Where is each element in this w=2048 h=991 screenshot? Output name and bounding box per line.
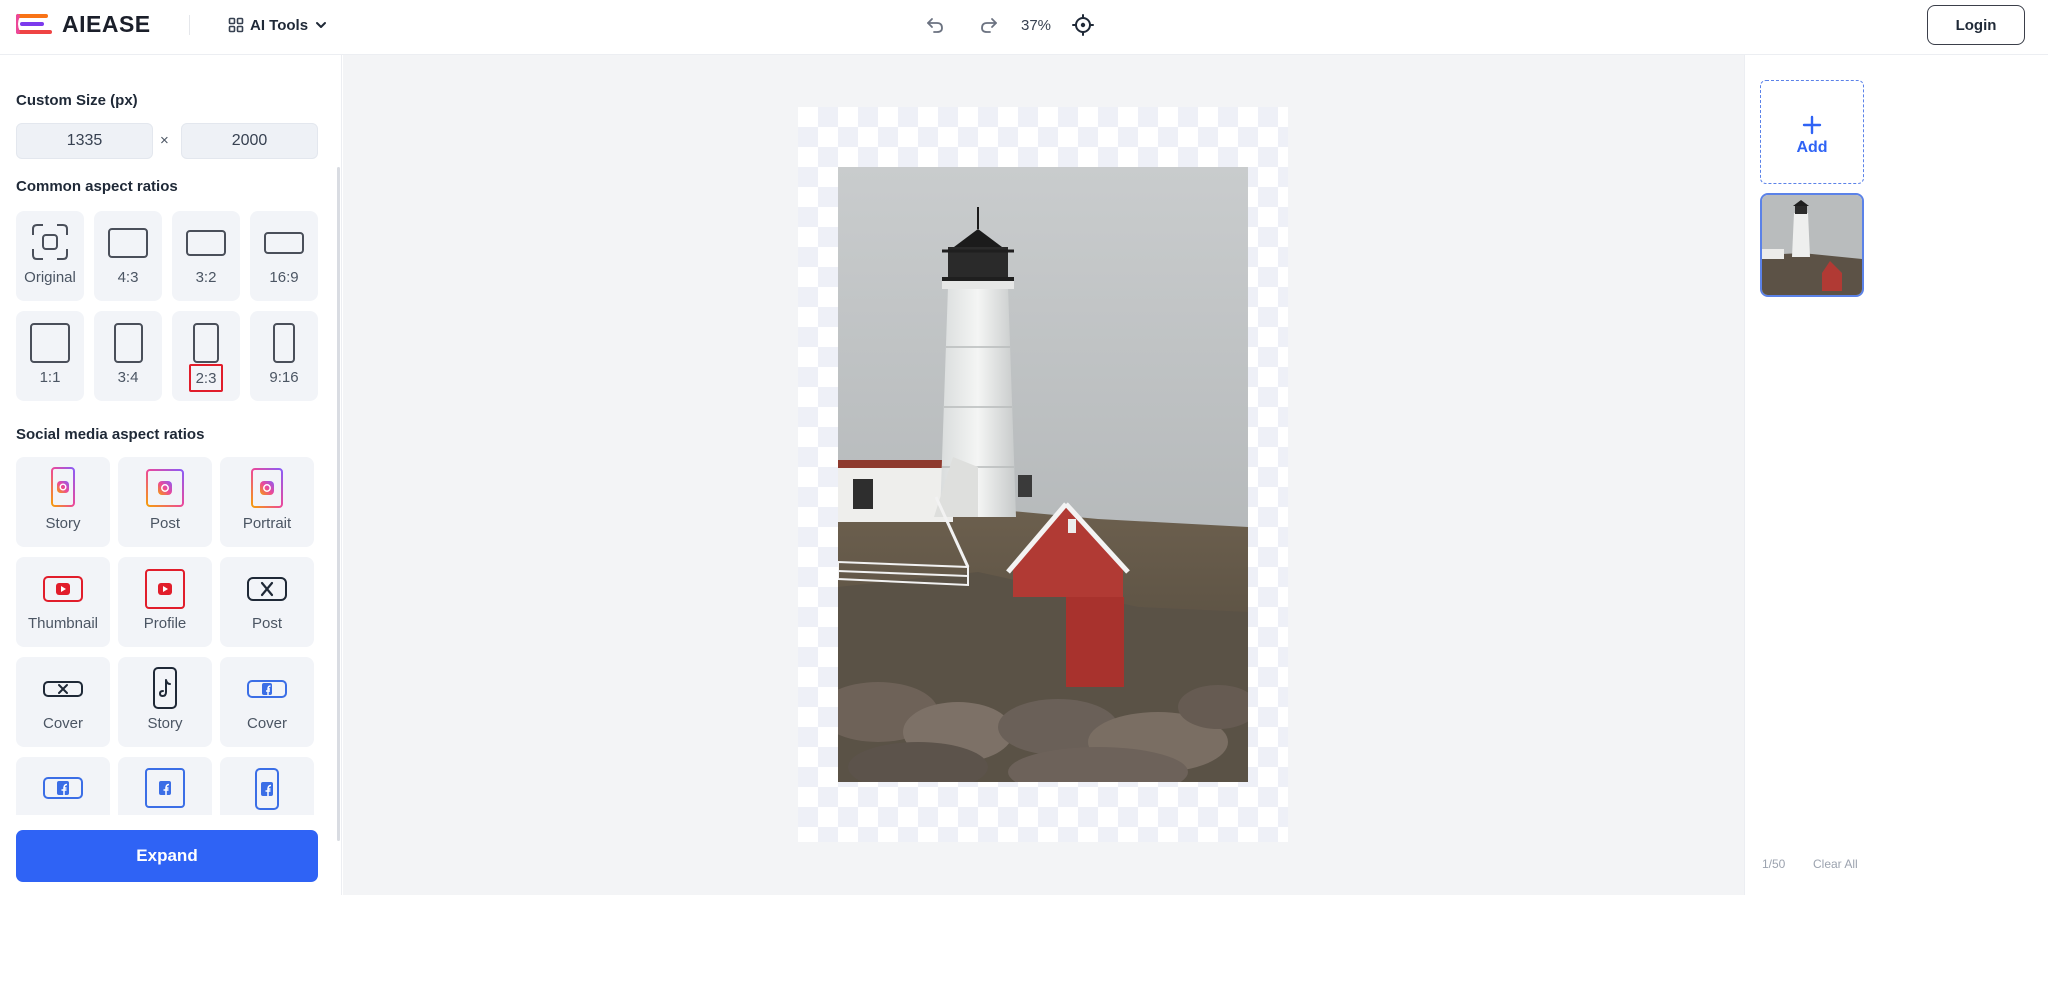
expand-button[interactable]: Expand [16, 830, 318, 882]
social-youtube-thumbnail-card[interactable]: Thumbnail [16, 557, 110, 647]
ratio-label: 3:2 [195, 269, 217, 286]
left-sidebar: Custom Size (px) 1335 × 2000 Common aspe… [0, 55, 342, 895]
social-x-post-card[interactable]: Post [220, 557, 314, 647]
grid-icon [228, 17, 244, 33]
social-facebook-card[interactable] [220, 757, 314, 815]
ratio-2-3-shape [193, 323, 219, 363]
social-label: Post [251, 615, 282, 632]
ratio-2-3-card[interactable]: 2:3 [172, 311, 240, 401]
ai-tools-menu[interactable]: AI Tools [228, 13, 328, 37]
ratio-3-4-shape [114, 323, 143, 363]
instagram-icon [146, 469, 184, 507]
undo-button[interactable] [920, 10, 950, 40]
facebook-icon [145, 768, 185, 808]
social-label: Post [149, 515, 180, 532]
lighthouse-image [838, 167, 1248, 782]
times-symbol: × [160, 132, 169, 149]
x-icon [247, 577, 287, 601]
social-label: Cover [246, 715, 287, 732]
social-tiktok-story-card[interactable]: Story [118, 657, 212, 747]
social-label: Profile [143, 615, 187, 632]
social-label: Thumbnail [27, 615, 99, 632]
social-instagram-portrait-card[interactable]: Portrait [220, 457, 314, 547]
social-youtube-profile-card[interactable]: Profile [118, 557, 212, 647]
chevron-down-icon [316, 22, 327, 28]
width-input[interactable]: 1335 [16, 123, 153, 159]
bottom-blank-area [0, 895, 2048, 991]
image-thumbnail[interactable] [1760, 193, 1864, 297]
height-input[interactable]: 2000 [181, 123, 318, 159]
ratio-16-9-shape [264, 232, 304, 254]
social-instagram-story-card[interactable]: Story [16, 457, 110, 547]
social-ratios-title: Social media aspect ratios [16, 426, 205, 443]
ratio-label: 16:9 [269, 269, 299, 286]
right-panel: Add 1/50 Clear All [1744, 55, 1878, 895]
social-instagram-post-card[interactable]: Post [118, 457, 212, 547]
aiease-logo-icon [16, 14, 52, 34]
header-divider [189, 15, 190, 35]
ratio-label-selected: 2:3 [189, 364, 223, 392]
instagram-icon [51, 467, 75, 507]
facebook-icon [247, 680, 287, 698]
add-image-button[interactable]: Add [1760, 80, 1864, 184]
ratio-1-1-card[interactable]: 1:1 [16, 311, 84, 401]
social-facebook-card[interactable] [118, 757, 212, 815]
focus-frame-icon [32, 224, 68, 260]
redo-button[interactable] [974, 10, 1004, 40]
social-x-cover-card[interactable]: Cover [16, 657, 110, 747]
clear-all-button[interactable]: Clear All [1813, 857, 1858, 871]
crosshair-icon [1072, 14, 1094, 36]
lighthouse-photo[interactable] [838, 167, 1248, 782]
add-label: Add [1796, 139, 1828, 156]
ratio-original-card[interactable]: Original [16, 211, 84, 301]
common-ratios-title: Common aspect ratios [16, 178, 178, 195]
instagram-icon [251, 468, 283, 508]
ratio-3-2-card[interactable]: 3:2 [172, 211, 240, 301]
recenter-button[interactable] [1068, 10, 1098, 40]
ratio-3-4-card[interactable]: 3:4 [94, 311, 162, 401]
facebook-icon [43, 777, 83, 799]
redo-icon [981, 18, 997, 33]
youtube-icon [145, 569, 185, 609]
ratio-1-1-shape [30, 323, 70, 363]
social-label: Story [147, 715, 183, 732]
sidebar-scroll-area: Custom Size (px) 1335 × 2000 Common aspe… [0, 55, 336, 815]
undo-icon [927, 18, 943, 33]
image-count: 1/50 [1762, 857, 1786, 871]
social-facebook-card[interactable] [16, 757, 110, 815]
logo-text: AIEASE [62, 10, 151, 37]
ratio-4-3-card[interactable]: 4:3 [94, 211, 162, 301]
ai-tools-label: AI Tools [250, 16, 309, 34]
zoom-level: 37% [1020, 16, 1052, 34]
social-label: Cover [42, 715, 83, 732]
editor-toolbar: 37% [920, 10, 1098, 40]
x-icon [43, 681, 83, 697]
custom-size-title: Custom Size (px) [16, 92, 138, 109]
lighthouse-thumbnail-image [1762, 195, 1862, 295]
ratio-label: 9:16 [269, 369, 299, 386]
ratio-label: 1:1 [39, 369, 61, 386]
editor-canvas[interactable] [343, 55, 1744, 895]
logo[interactable]: AIEASE [16, 10, 151, 38]
login-button[interactable]: Login [1927, 5, 2025, 45]
ratio-4-3-shape [108, 228, 148, 258]
tiktok-icon [153, 667, 177, 709]
social-label: Portrait [242, 515, 292, 532]
ratio-9-16-card[interactable]: 9:16 [250, 311, 318, 401]
plus-icon [1802, 115, 1822, 135]
ratio-label: 4:3 [117, 269, 139, 286]
ratio-label: 3:4 [117, 369, 139, 386]
youtube-icon [43, 576, 83, 602]
ratio-3-2-shape [186, 230, 226, 256]
ratio-label: Original [24, 269, 76, 286]
social-label: Story [45, 515, 81, 532]
sidebar-scrollbar[interactable] [337, 167, 340, 841]
facebook-icon [255, 768, 279, 810]
ratio-9-16-shape [273, 323, 295, 363]
ratio-16-9-card[interactable]: 16:9 [250, 211, 318, 301]
social-facebook-cover-card[interactable]: Cover [220, 657, 314, 747]
top-bar: AIEASE AI Tools 37% Login [0, 0, 2048, 55]
